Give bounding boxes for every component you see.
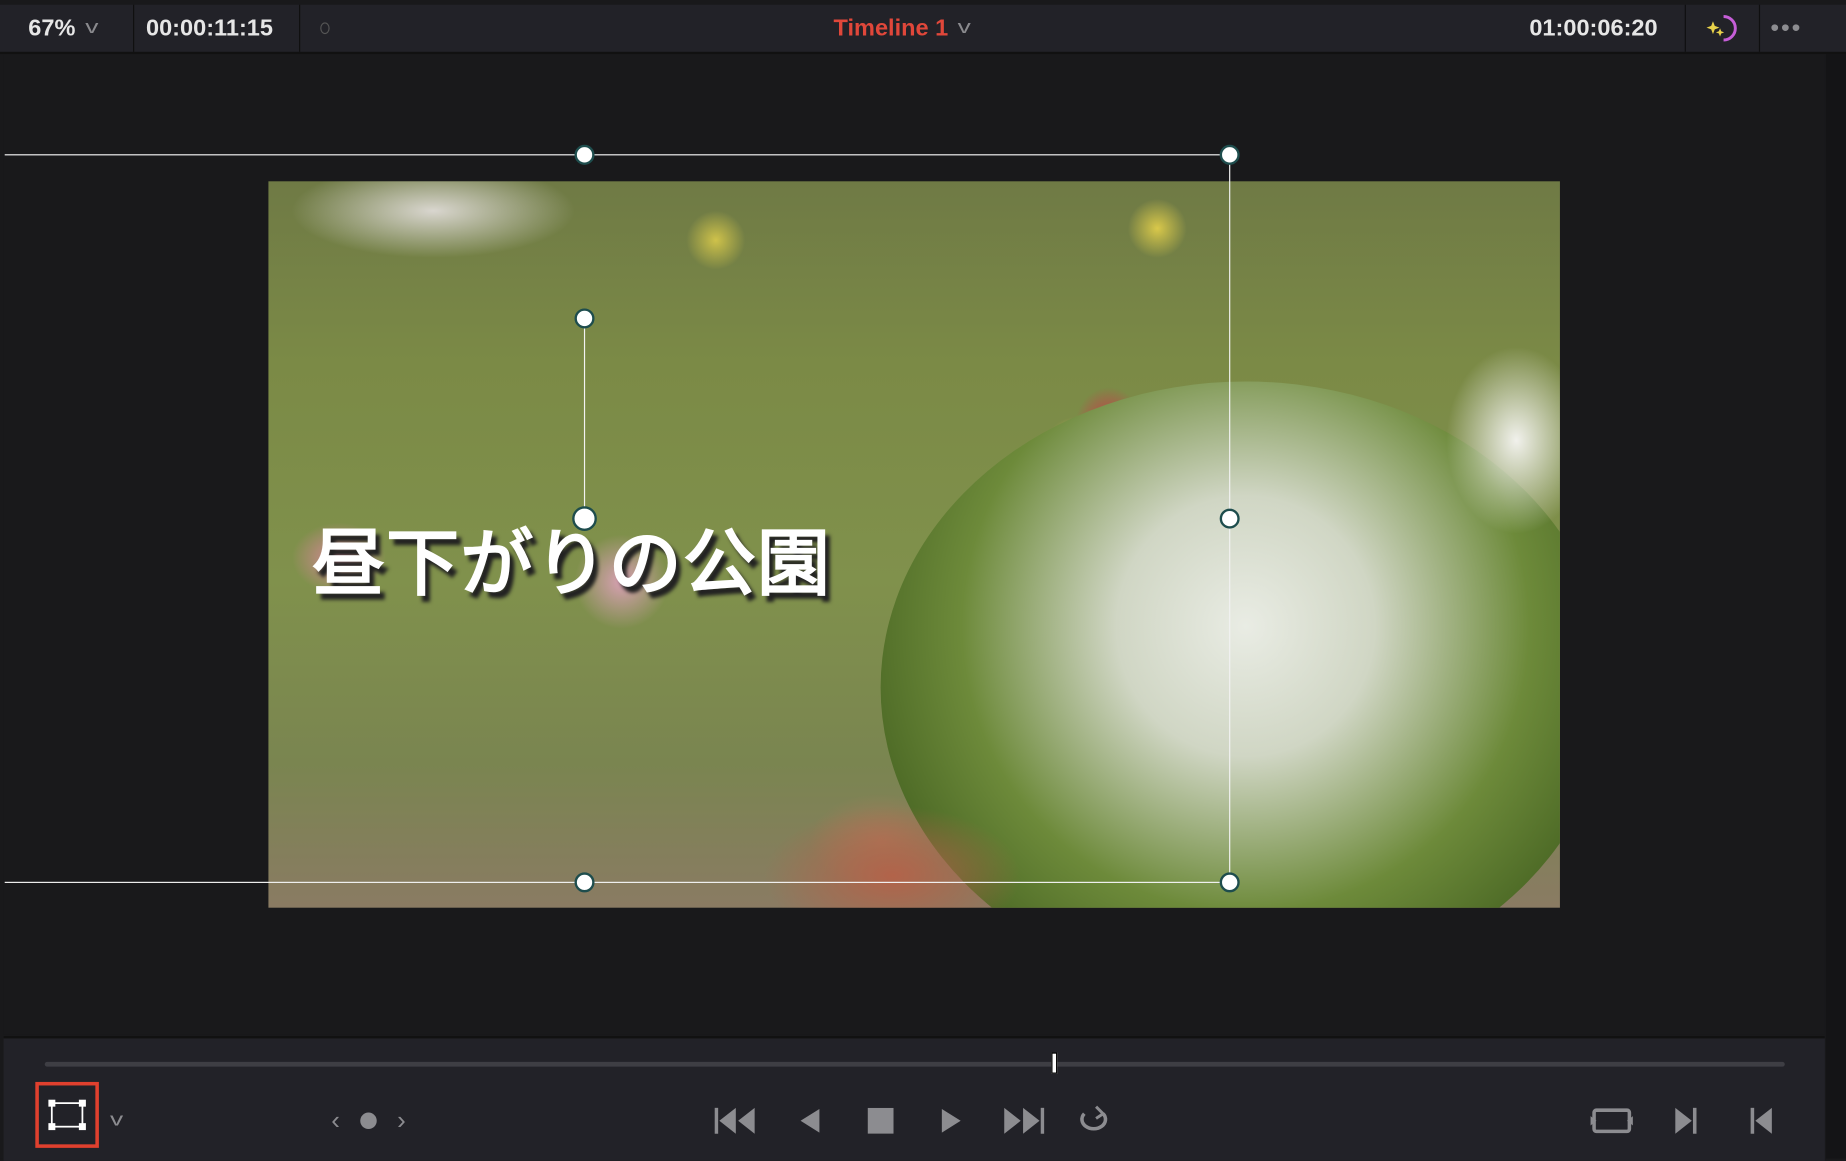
previous-keyframe-icon[interactable]: ‹ bbox=[324, 1097, 348, 1144]
match-frame-icon[interactable] bbox=[1588, 1097, 1635, 1144]
rotation-handle[interactable] bbox=[574, 308, 595, 329]
transform-tool-button[interactable] bbox=[35, 1081, 99, 1148]
go-to-start-icon[interactable] bbox=[712, 1097, 759, 1144]
playhead[interactable] bbox=[1051, 1052, 1058, 1074]
transform-icon bbox=[48, 1099, 86, 1131]
transport-bar: v ‹ › bbox=[3, 1036, 1825, 1161]
timeline-selector[interactable]: Timeline 1 v bbox=[833, 5, 972, 52]
next-keyframe-icon[interactable]: › bbox=[390, 1097, 414, 1144]
play-icon[interactable] bbox=[934, 1097, 969, 1144]
status-dot-icon bbox=[320, 5, 330, 52]
transform-anchor-handle[interactable] bbox=[572, 506, 597, 531]
more-options-icon[interactable]: ••• bbox=[1771, 5, 1803, 52]
loop-icon[interactable] bbox=[1070, 1097, 1117, 1144]
transform-bound-top[interactable] bbox=[4, 154, 1230, 156]
transform-handle-top-right[interactable] bbox=[1219, 144, 1240, 165]
viewer-header: 67% v 00:00:11:15 Timeline 1 v 01:00:06:… bbox=[0, 4, 1846, 55]
timeline-name: Timeline 1 bbox=[833, 14, 949, 41]
transform-handle-right[interactable] bbox=[1219, 508, 1240, 529]
panel-edge bbox=[1825, 54, 1846, 1159]
mark-out-icon[interactable] bbox=[1744, 1097, 1779, 1144]
stop-icon[interactable] bbox=[863, 1097, 898, 1144]
transform-handle-bottom[interactable] bbox=[574, 872, 595, 893]
rotation-handle-line bbox=[583, 317, 586, 519]
mark-in-icon[interactable] bbox=[1668, 1097, 1703, 1144]
timeline-timecode: 01:00:06:20 bbox=[1529, 14, 1658, 41]
zoom-dropdown[interactable]: 67% v bbox=[28, 5, 99, 52]
scrub-bar[interactable] bbox=[44, 1061, 1785, 1067]
magic-effects-icon[interactable] bbox=[1702, 5, 1740, 52]
chevron-down-icon: v bbox=[85, 17, 99, 38]
source-timecode: 00:00:11:15 bbox=[145, 14, 273, 41]
keyframe-icon[interactable] bbox=[357, 1097, 381, 1144]
play-reverse-icon[interactable] bbox=[792, 1097, 827, 1144]
chevron-down-icon[interactable]: v bbox=[105, 1097, 129, 1144]
zoom-level: 67% bbox=[28, 14, 76, 41]
transform-handle-top[interactable] bbox=[574, 144, 595, 165]
go-to-end-icon[interactable] bbox=[1000, 1097, 1047, 1144]
chevron-down-icon: v bbox=[958, 17, 972, 38]
transform-handle-bottom-right[interactable] bbox=[1219, 872, 1240, 893]
transform-bound-bottom[interactable] bbox=[4, 881, 1230, 883]
